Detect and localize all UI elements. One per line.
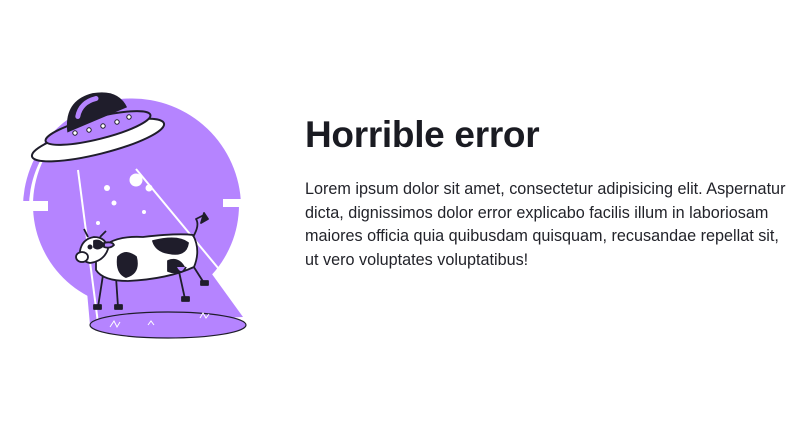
error-title: Horrible error [305,114,540,155]
error-page: Horrible error Lorem ipsum dolor sit ame… [0,0,800,430]
error-content: Horrible error Lorem ipsum dolor sit ame… [305,112,793,272]
error-message: Lorem ipsum dolor sit amet, consectetur … [305,180,786,269]
ufo-abducting-cow-icon [18,85,258,345]
